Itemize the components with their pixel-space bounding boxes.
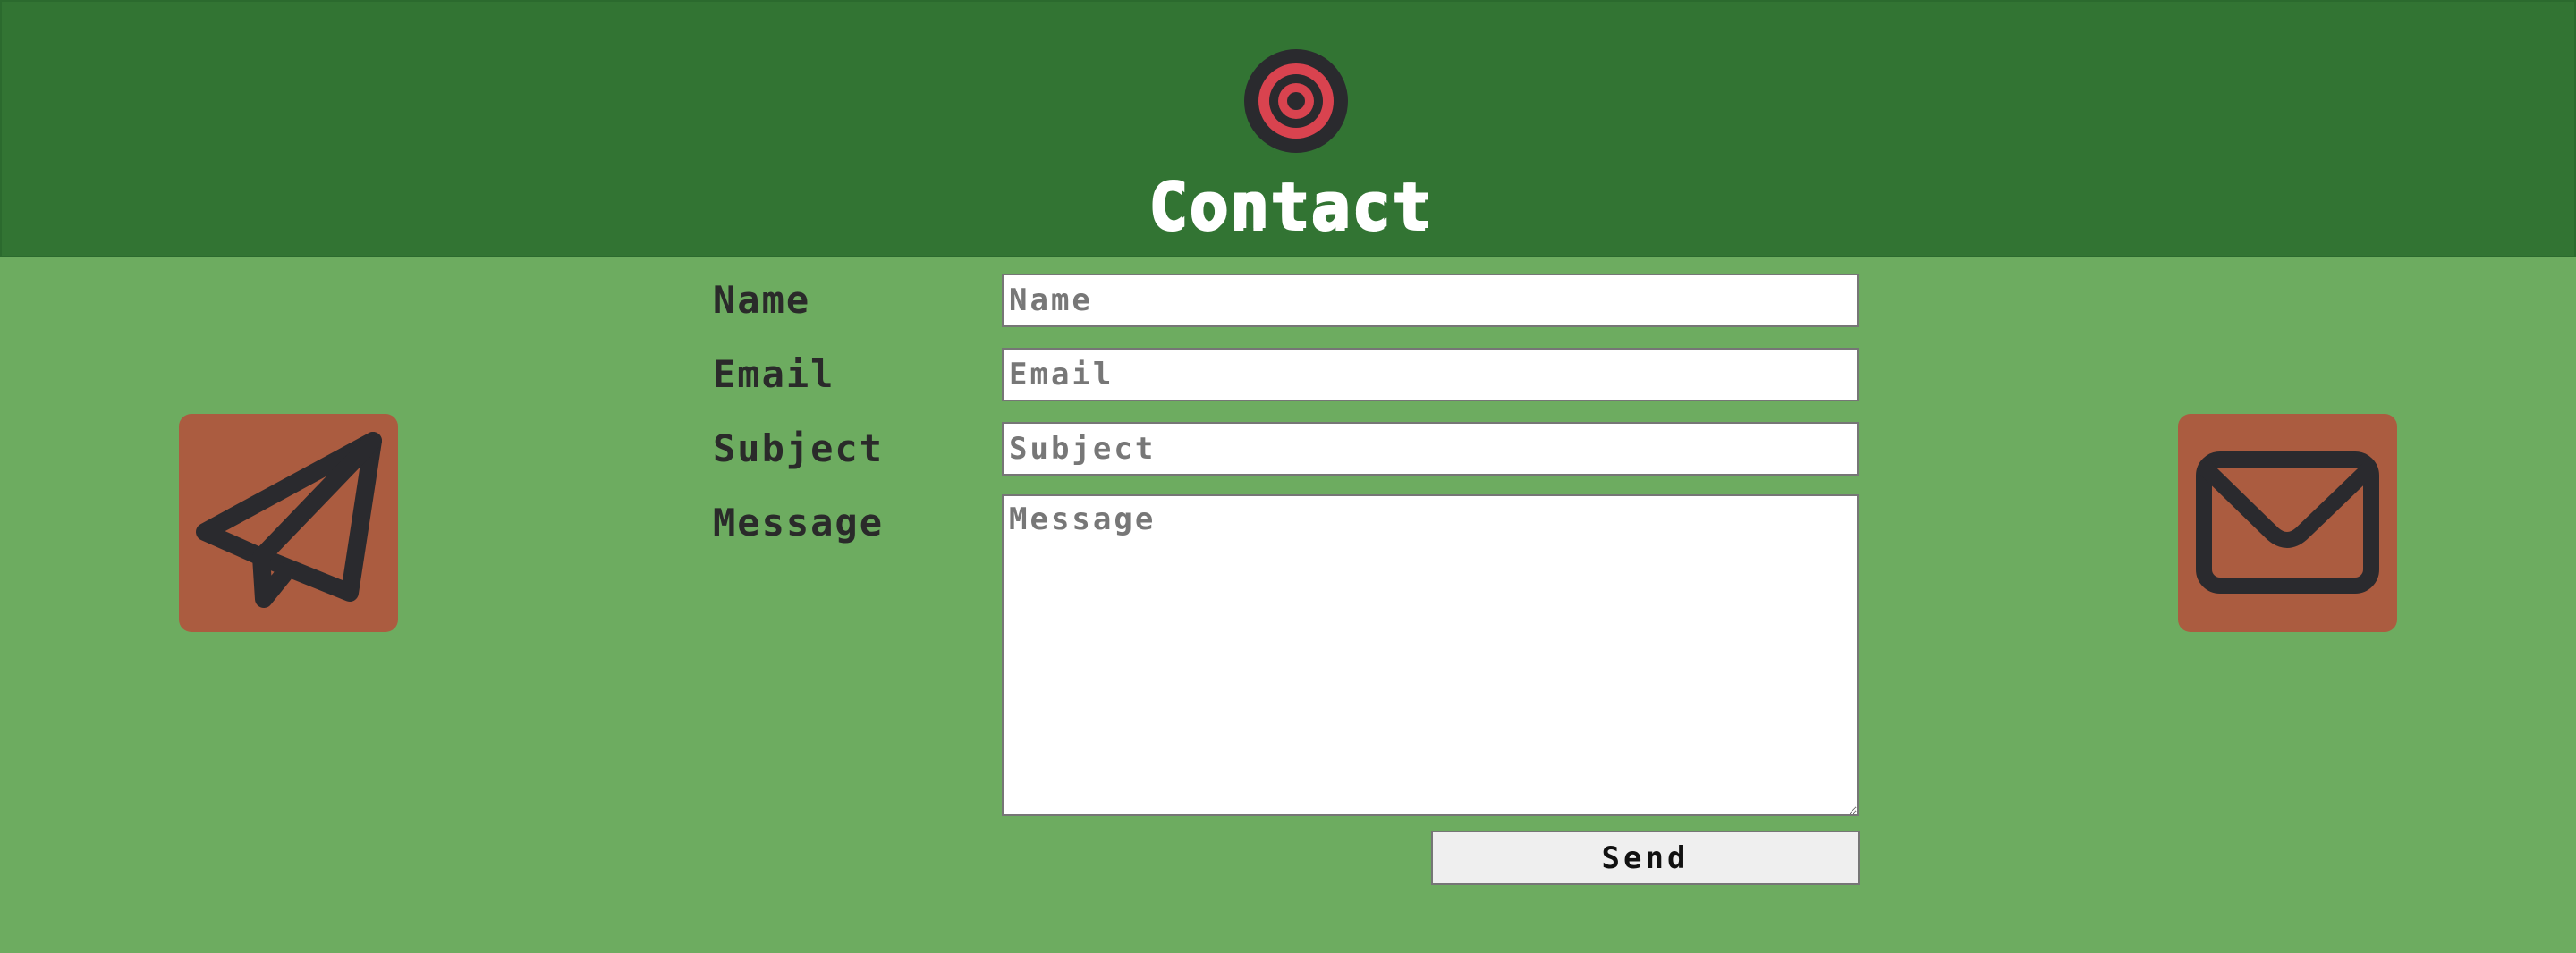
page-title: Contact (1148, 168, 1432, 243)
name-label: Name (713, 278, 811, 322)
subject-label: Subject (713, 426, 885, 470)
subject-input[interactable] (1002, 422, 1859, 476)
email-label: Email (713, 352, 835, 396)
envelope-tile (2178, 414, 2397, 632)
paper-plane-icon (196, 432, 382, 608)
name-input[interactable] (1002, 274, 1859, 327)
paper-plane-tile (179, 414, 398, 632)
send-button[interactable]: Send (1431, 831, 1860, 885)
target-icon (1244, 49, 1348, 153)
message-label: Message (713, 501, 885, 544)
email-input[interactable] (1002, 348, 1859, 401)
message-textarea[interactable] (1002, 494, 1859, 816)
envelope-icon (2196, 451, 2379, 594)
page-header: Contact (0, 0, 2576, 257)
